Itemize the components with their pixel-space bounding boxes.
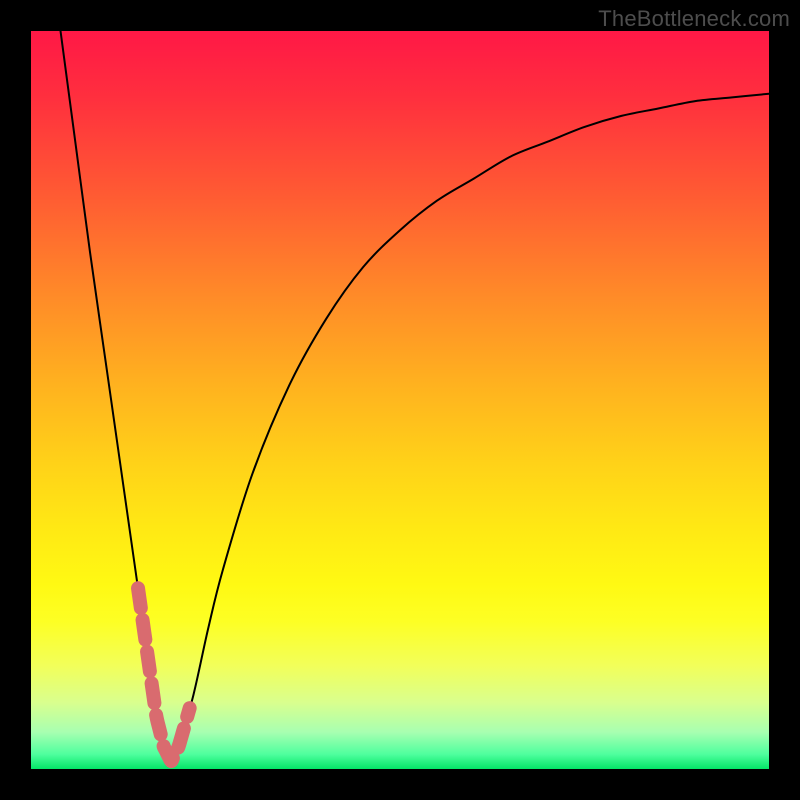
watermark-text: TheBottleneck.com bbox=[598, 6, 790, 32]
bottleneck-curve bbox=[61, 31, 769, 762]
bottleneck-curve-svg bbox=[31, 31, 769, 769]
chart-frame: TheBottleneck.com bbox=[0, 0, 800, 800]
valley-highlight bbox=[138, 588, 190, 761]
plot-area bbox=[31, 31, 769, 769]
